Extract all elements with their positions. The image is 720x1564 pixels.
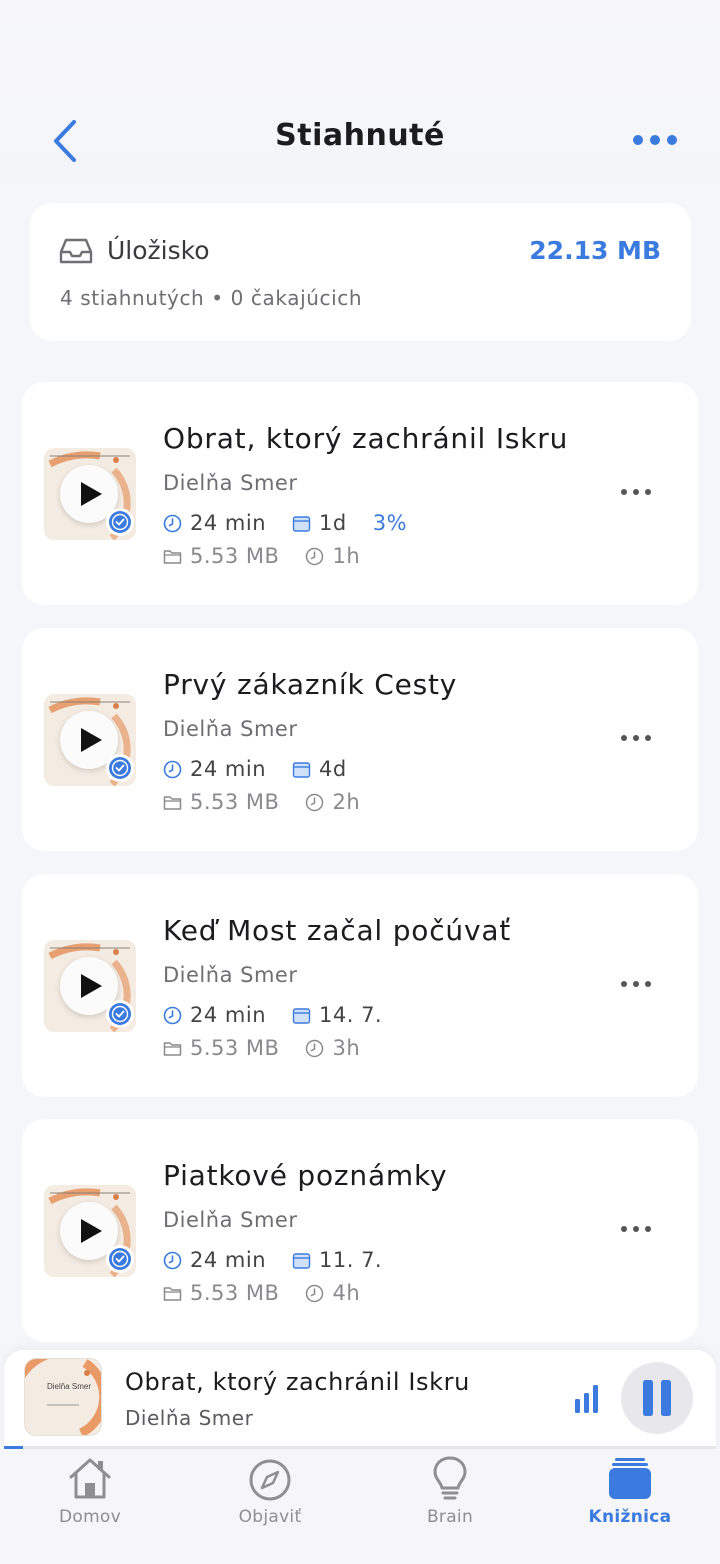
equalizer-icon xyxy=(575,1385,598,1413)
folder-icon xyxy=(163,795,182,810)
episode-title: Piatkové poznámky xyxy=(163,1159,448,1192)
clock-icon xyxy=(306,1284,324,1302)
episode-author: Dielňa Smer xyxy=(163,717,298,741)
tab-label: Domov xyxy=(58,1507,121,1527)
episode-date: 1d xyxy=(319,511,347,535)
tab-objavit[interactable]: Objaviť xyxy=(200,1449,340,1539)
pause-icon xyxy=(643,1380,671,1416)
page-title: Stiahnuté xyxy=(275,118,445,153)
episode-cover xyxy=(44,1185,136,1277)
episode-card[interactable]: Obrat, ktorý zachránil Iskru Dielňa Smer… xyxy=(22,382,698,605)
tray-icon xyxy=(59,238,93,264)
mini-player[interactable]: Dielňa Smer Obrat, ktorý zachránil Iskru… xyxy=(4,1350,716,1450)
storage-size: 22.13 MB xyxy=(529,236,661,265)
folder-icon xyxy=(163,1041,182,1056)
downloaded-check-icon xyxy=(106,754,134,782)
episode-meta-row: 24 min 1d 3% xyxy=(163,510,407,536)
storage-summary: 4 stiahnutých • 0 čakajúcich xyxy=(60,286,363,310)
header: Stiahnuté xyxy=(0,0,720,180)
episode-date: 11. 7. xyxy=(319,1248,383,1272)
downloaded-check-icon xyxy=(106,508,134,536)
episode-downloaded-ago: 2h xyxy=(332,790,361,814)
calendar-icon xyxy=(292,515,311,532)
clock-icon xyxy=(306,793,324,811)
calendar-icon xyxy=(292,1252,311,1269)
episode-meta-row: 24 min 14. 7. xyxy=(163,1002,408,1028)
episode-downloaded-ago: 1h xyxy=(332,544,361,568)
pause-button[interactable] xyxy=(621,1362,693,1434)
mini-player-title: Obrat, ktorý zachránil Iskru xyxy=(125,1368,470,1396)
tab-label: Brain xyxy=(426,1507,474,1527)
play-icon xyxy=(81,728,102,752)
episode-duration: 24 min xyxy=(190,511,266,535)
episode-cover xyxy=(44,940,136,1032)
episode-title: Keď Most začal počúvať xyxy=(163,914,512,947)
episode-file-size: 5.53 MB xyxy=(190,1036,280,1060)
ellipsis-icon xyxy=(633,135,677,145)
calendar-icon xyxy=(292,1007,311,1024)
clock-icon xyxy=(306,1039,324,1057)
episode-downloaded-ago: 4h xyxy=(332,1281,361,1305)
episode-title: Obrat, ktorý zachránil Iskru xyxy=(163,422,569,455)
episode-more-icon[interactable] xyxy=(620,732,652,744)
episode-card[interactable]: Piatkové poznámky Dielňa Smer 24 min 11.… xyxy=(22,1119,698,1342)
clock-icon xyxy=(306,547,324,565)
clock-icon xyxy=(163,760,182,778)
lightbulb-icon xyxy=(433,1456,467,1500)
tab-label: Knižnica xyxy=(588,1507,672,1527)
episode-file-row: 5.53 MB 1h xyxy=(163,543,386,569)
episode-meta-row: 24 min 11. 7. xyxy=(163,1247,408,1273)
episode-cover xyxy=(44,694,136,786)
play-icon xyxy=(81,974,102,998)
play-icon xyxy=(81,482,102,506)
folder-icon xyxy=(163,1286,182,1301)
episode-date: 4d xyxy=(319,757,347,781)
episode-progress: 3% xyxy=(372,511,408,535)
play-icon xyxy=(81,1219,102,1243)
calendar-icon xyxy=(292,761,311,778)
house-icon xyxy=(69,1458,111,1499)
episode-title: Prvý zákazník Cesty xyxy=(163,668,458,701)
episode-author: Dielňa Smer xyxy=(163,963,298,987)
tab-label: Objaviť xyxy=(238,1507,302,1527)
episode-file-size: 5.53 MB xyxy=(190,544,280,568)
mini-player-cover: Dielňa Smer xyxy=(24,1358,102,1436)
folder-icon xyxy=(163,549,182,564)
clock-icon xyxy=(163,1006,182,1024)
episode-file-size: 5.53 MB xyxy=(190,790,280,814)
clock-icon xyxy=(163,514,182,532)
episode-author: Dielňa Smer xyxy=(163,471,298,495)
episode-more-icon[interactable] xyxy=(620,486,652,498)
episode-file-size: 5.53 MB xyxy=(190,1281,280,1305)
episode-duration: 24 min xyxy=(190,1003,266,1027)
episode-card[interactable]: Prvý zákazník Cesty Dielňa Smer 24 min 4… xyxy=(22,628,698,851)
storage-label: Úložisko xyxy=(107,236,210,265)
more-options-button[interactable] xyxy=(630,128,680,152)
tab-domov[interactable]: Domov xyxy=(20,1449,160,1539)
cover-text: Dielňa Smer xyxy=(47,1382,91,1391)
episode-file-row: 5.53 MB 2h xyxy=(163,789,386,815)
episode-cover xyxy=(44,448,136,540)
episode-more-icon[interactable] xyxy=(620,978,652,990)
episode-file-row: 5.53 MB 3h xyxy=(163,1035,386,1061)
clock-icon xyxy=(163,1251,182,1269)
tab-kniznica[interactable]: Knižnica xyxy=(560,1449,700,1539)
downloaded-check-icon xyxy=(106,1000,134,1028)
library-icon xyxy=(609,1458,651,1499)
episode-meta-row: 24 min 4d xyxy=(163,756,373,782)
compass-icon xyxy=(249,1459,291,1501)
downloaded-check-icon xyxy=(106,1245,134,1273)
episode-downloaded-ago: 3h xyxy=(332,1036,361,1060)
episode-card[interactable]: Keď Most začal počúvať Dielňa Smer 24 mi… xyxy=(22,874,698,1097)
tab-brain[interactable]: Brain xyxy=(380,1449,520,1539)
episode-more-icon[interactable] xyxy=(620,1223,652,1235)
mini-player-author: Dielňa Smer xyxy=(125,1406,254,1430)
episode-file-row: 5.53 MB 4h xyxy=(163,1280,386,1306)
storage-card: Úložisko 22.13 MB 4 stiahnutých • 0 čaka… xyxy=(30,203,691,341)
episode-author: Dielňa Smer xyxy=(163,1208,298,1232)
episode-date: 14. 7. xyxy=(319,1003,383,1027)
episode-duration: 24 min xyxy=(190,757,266,781)
episode-duration: 24 min xyxy=(190,1248,266,1272)
tab-bar: Domov Objaviť Brain Knižnica xyxy=(0,1449,720,1564)
